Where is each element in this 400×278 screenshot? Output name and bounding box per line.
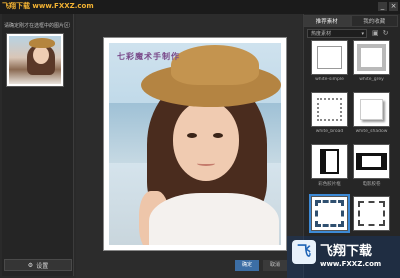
- frame-thumbnail: [353, 92, 390, 127]
- frame-thumbnail: [311, 144, 348, 179]
- frame-label: 电影胶卷: [362, 182, 381, 187]
- tab-recommended[interactable]: 推荐素材: [303, 15, 351, 27]
- title-bar: 飞翔下载 www.FXXZ.com _ ×: [0, 0, 400, 14]
- frame-thumbnail: [353, 196, 390, 231]
- material-tools: ▣ ↻: [372, 29, 389, 38]
- window-controls: _ ×: [378, 2, 398, 11]
- frame-item[interactable]: white_broad: [311, 92, 348, 134]
- frame-item[interactable]: [353, 196, 390, 233]
- frame-label: white_shadow: [355, 129, 388, 134]
- filter-value: 热度素材: [311, 31, 332, 37]
- tab-favorites[interactable]: 我的收藏: [350, 15, 398, 27]
- site-logo-icon: 飞: [292, 240, 316, 264]
- framed-photo-preview: 七彩魔术手制作: [103, 37, 287, 251]
- frame-thumbnail: [309, 194, 350, 233]
- thumbnail-image: [9, 36, 61, 84]
- minimize-button[interactable]: _: [378, 2, 387, 11]
- photo-caption: 七彩魔术手制作: [117, 51, 180, 61]
- folder-icon[interactable]: ▣: [372, 29, 379, 38]
- frame-item[interactable]: 电影胶卷: [353, 144, 390, 187]
- refresh-icon[interactable]: ↻: [383, 29, 389, 38]
- frame-item[interactable]: white_shadow: [353, 92, 390, 134]
- material-tabs: 推荐素材 我的收藏: [303, 15, 398, 27]
- photo-image: 七彩魔术手制作: [109, 43, 281, 245]
- crop-hint-text: 请确定刚才在选框中的图片区域: [4, 23, 70, 29]
- settings-button[interactable]: ⚙ 设置: [4, 259, 72, 271]
- site-logo-text: 飞翔下载: [320, 244, 373, 259]
- cancel-button[interactable]: 取消: [263, 260, 287, 271]
- site-watermark: 飞翔下载 www.FXXZ.com: [2, 2, 94, 10]
- frame-item-selected[interactable]: [309, 194, 350, 233]
- close-button[interactable]: ×: [389, 2, 398, 11]
- frame-thumbnail: [311, 40, 348, 75]
- frame-label: 彩色胶片框: [318, 182, 341, 187]
- frame-item[interactable]: white-simple: [311, 40, 348, 82]
- gear-icon: ⚙: [27, 261, 34, 269]
- frame-label: white-simple: [315, 77, 344, 82]
- chevron-down-icon: ▾: [361, 31, 364, 37]
- frame-thumbnail: [353, 144, 390, 179]
- frame-label: white_grey: [359, 77, 384, 82]
- material-filter-select[interactable]: 热度素材 ▾: [307, 29, 367, 38]
- frame-thumbnail: [311, 92, 348, 127]
- settings-label: 设置: [36, 262, 49, 270]
- frame-item[interactable]: 彩色胶片框: [311, 144, 348, 187]
- frame-label: white_broad: [315, 129, 344, 134]
- preview-thumbnail[interactable]: [6, 33, 64, 87]
- site-logo-url: www.FXXZ.com: [320, 260, 382, 268]
- confirm-button[interactable]: 确定: [235, 260, 259, 271]
- frame-item[interactable]: white_grey: [353, 40, 390, 82]
- frame-thumbnail: [353, 40, 390, 75]
